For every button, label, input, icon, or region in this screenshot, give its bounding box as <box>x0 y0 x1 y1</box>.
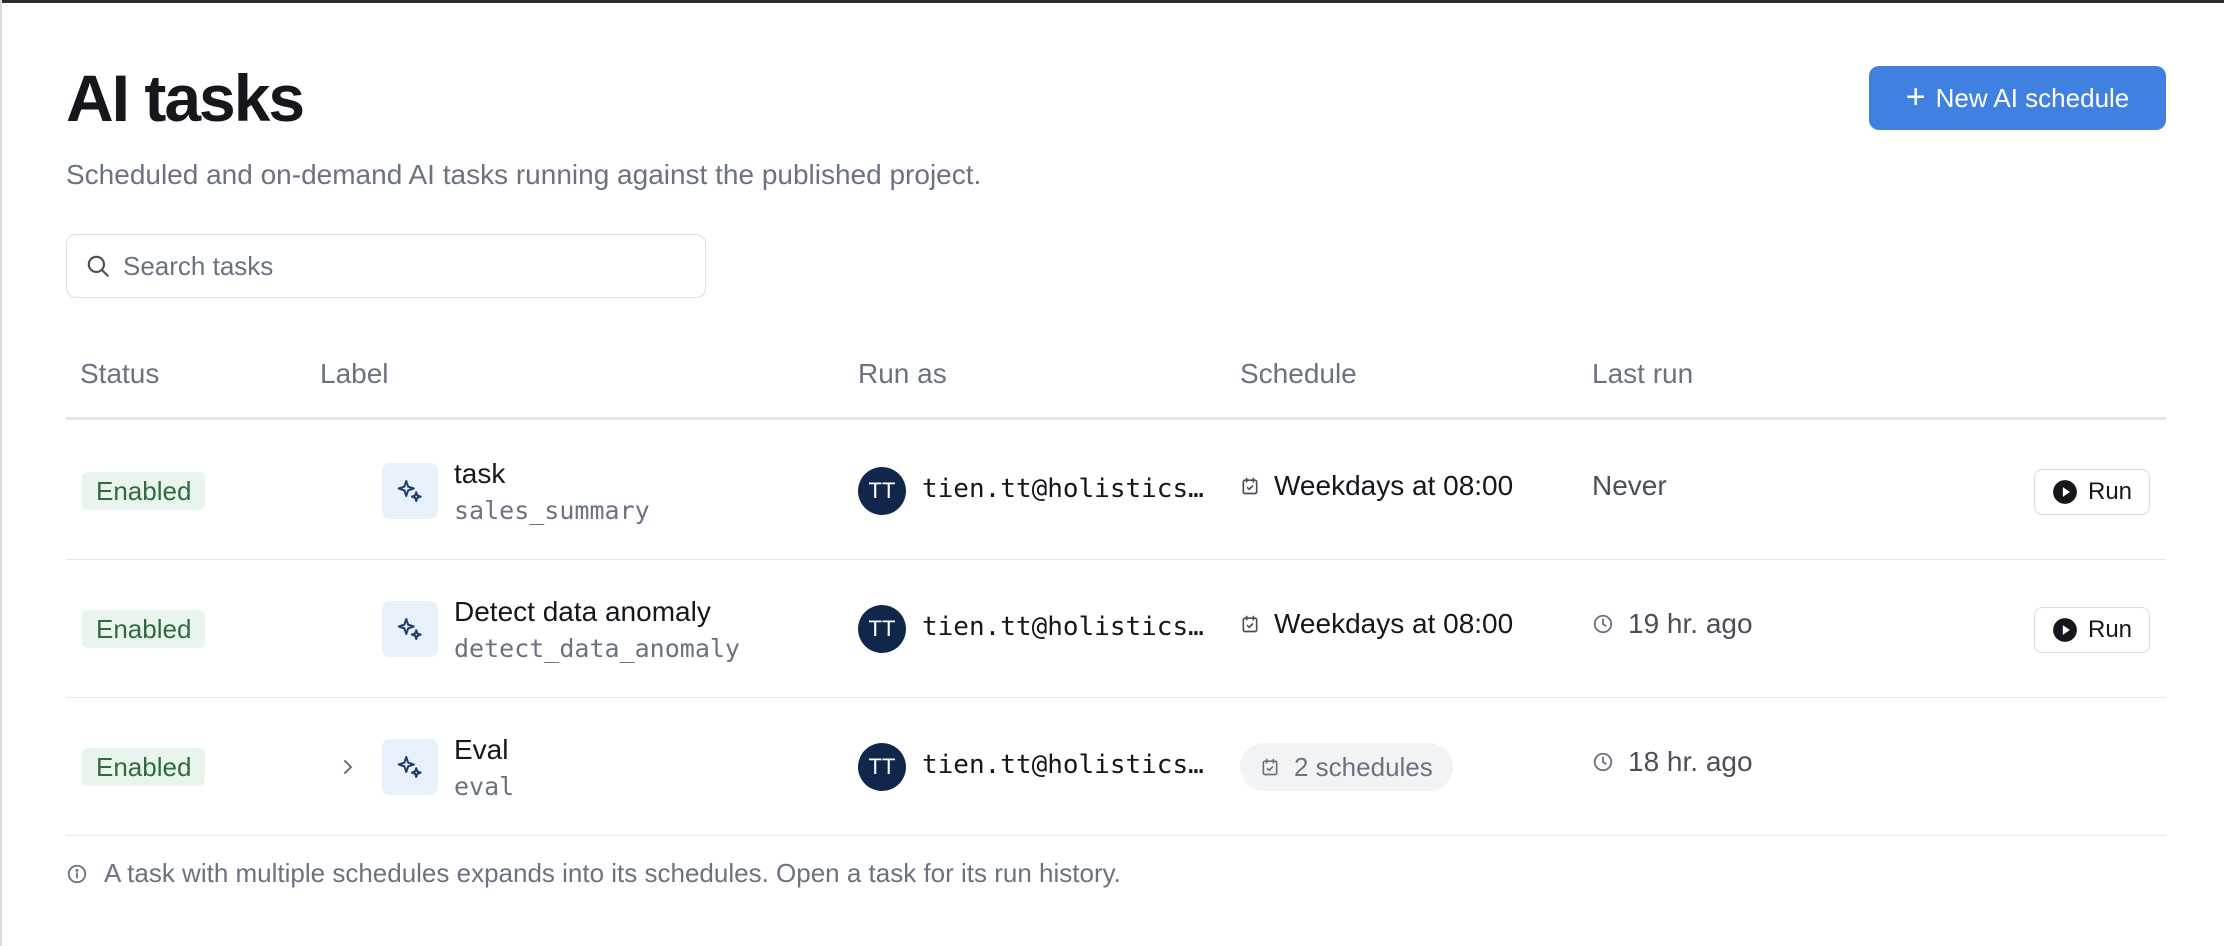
play-icon <box>2053 618 2077 642</box>
search-icon <box>87 255 109 277</box>
run-as-email: tien.tt@holistics.io <box>922 612 1212 642</box>
calendar-icon <box>1242 477 1258 495</box>
task-key: detect_data_anomaly <box>454 634 740 663</box>
task-key: sales_summary <box>454 496 650 525</box>
table-row[interactable]: Enabled Eval eval TT tien.tt@holistics.i… <box>66 698 2166 836</box>
last-run: 19 hr. ago <box>1592 608 1753 640</box>
page-subtitle: Scheduled and on-demand AI tasks running… <box>66 159 982 190</box>
ai-tasks-page: AI tasks Scheduled and on-demand AI task… <box>66 0 2166 946</box>
last-run: Never <box>1592 470 1667 502</box>
sparkle-icon <box>382 601 438 657</box>
column-header-label: Label <box>320 358 389 389</box>
column-header-schedule: Schedule <box>1240 358 1357 389</box>
sparkle-icon <box>382 463 438 519</box>
sparkle-icon <box>382 739 438 795</box>
play-icon <box>2053 480 2077 504</box>
last-run-text: 19 hr. ago <box>1628 608 1753 639</box>
task-name[interactable]: Detect data anomaly <box>454 596 711 628</box>
run-button-label: Run <box>2087 616 2133 643</box>
status-badge: Enabled <box>82 610 206 648</box>
last-run-text: 18 hr. ago <box>1628 746 1753 777</box>
table-row[interactable]: Enabled Detect data anomaly detect_data_… <box>66 560 2166 698</box>
column-header-last-run: Last run <box>1592 358 1694 389</box>
task-name[interactable]: task <box>454 458 505 490</box>
column-header-status: Status <box>80 358 160 389</box>
window-left-border <box>0 0 2 946</box>
avatar: TT <box>858 605 906 653</box>
column-header-run-as: Run as <box>858 358 947 389</box>
avatar: TT <box>858 467 906 515</box>
schedule: Weekdays at 08:00 <box>1240 608 1513 640</box>
run-button[interactable]: Run <box>2034 469 2150 515</box>
new-ai-schedule-button[interactable]: + New AI schedule <box>1869 66 2166 130</box>
last-run: 18 hr. ago <box>1592 746 1753 778</box>
task-name[interactable]: Eval <box>454 734 508 766</box>
schedules-pill[interactable]: 2 schedules <box>1240 743 1453 791</box>
avatar: TT <box>858 743 906 791</box>
run-as-email: tien.tt@holistics.io <box>922 750 1212 780</box>
search-box[interactable] <box>66 234 706 298</box>
schedule: Weekdays at 08:00 <box>1240 470 1513 502</box>
chevron-right-icon[interactable] <box>336 753 360 781</box>
footnote-text: A task with multiple schedules expands i… <box>104 858 1121 888</box>
search-input[interactable] <box>123 250 663 282</box>
new-ai-schedule-label: New AI schedule <box>1935 82 2130 113</box>
table-header: Status Label Run as Schedule Last run <box>66 340 2166 420</box>
task-key: eval <box>454 772 515 801</box>
info-icon <box>67 864 87 883</box>
schedule-text: Weekdays at 08:00 <box>1274 470 1514 501</box>
clock-icon <box>1593 614 1613 634</box>
run-button[interactable]: Run <box>2034 607 2150 653</box>
footnote: A task with multiple schedules expands i… <box>66 858 1121 889</box>
table-row[interactable]: Enabled task sales_summary TT tien.tt@ho… <box>66 422 2166 560</box>
run-button-label: Run <box>2087 478 2133 505</box>
calendar-icon <box>1262 758 1278 776</box>
clock-icon <box>1593 752 1613 772</box>
run-as-email: tien.tt@holistics.io <box>922 474 1212 504</box>
status-badge: Enabled <box>82 748 206 786</box>
schedule-text: 2 schedules <box>1294 751 1433 782</box>
calendar-icon <box>1242 615 1258 633</box>
status-badge: Enabled <box>82 472 206 510</box>
last-run-text: Never <box>1592 470 1667 501</box>
plus-icon: + <box>1905 77 1926 116</box>
page-title: AI tasks <box>66 61 305 135</box>
schedule-text: Weekdays at 08:00 <box>1274 608 1514 639</box>
